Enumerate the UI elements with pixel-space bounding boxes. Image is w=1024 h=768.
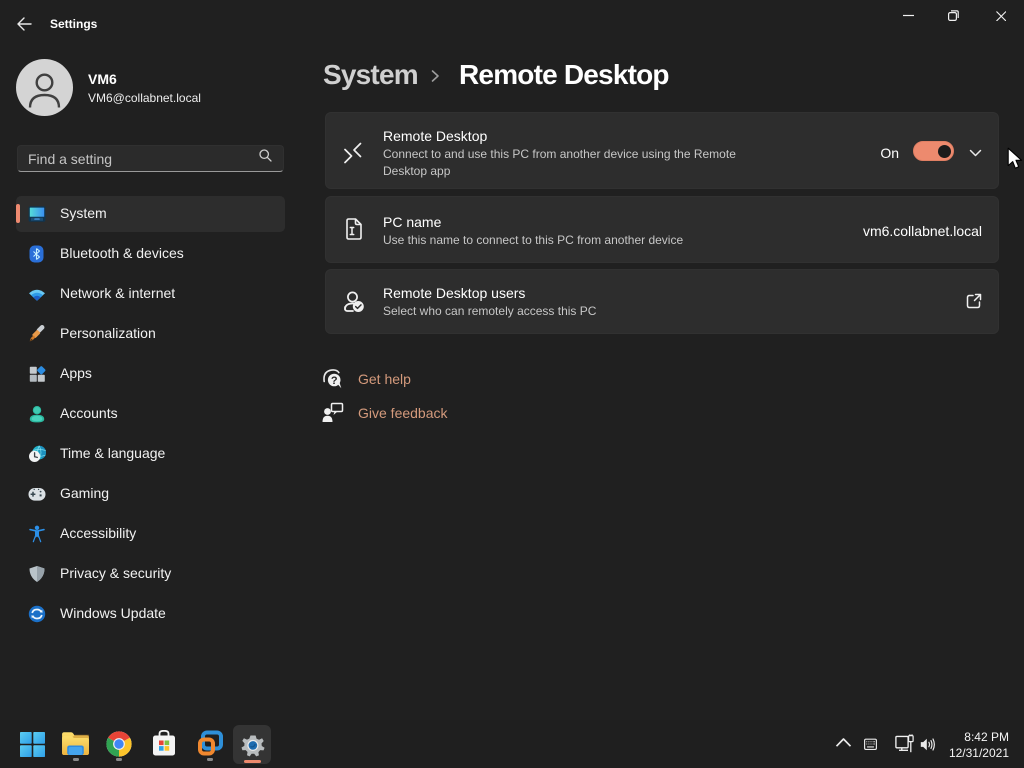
svg-text:?: ? xyxy=(331,375,338,387)
